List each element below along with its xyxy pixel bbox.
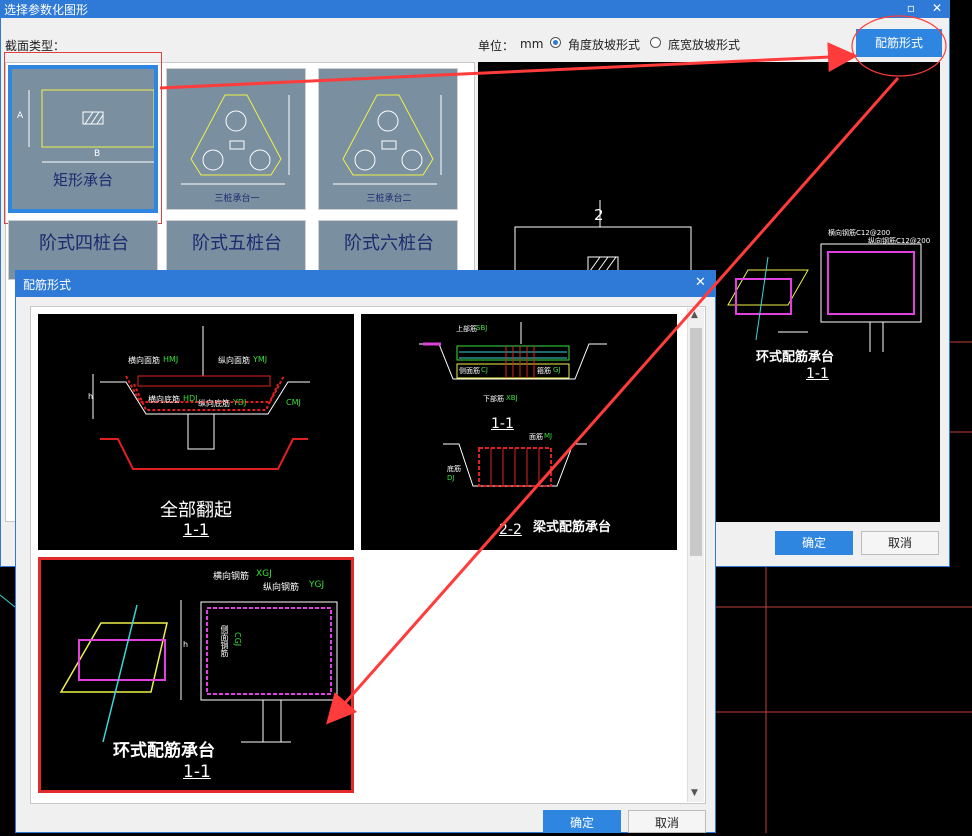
label-bot-v-code: YDJ	[233, 398, 247, 407]
label-face-code: MJ	[544, 432, 553, 440]
preview-section: 1-1	[806, 366, 829, 382]
thumb-three-pile-2-label: 三桩承台二	[366, 194, 412, 204]
option-ring-type-section: 1-1	[183, 762, 211, 782]
inner-close-icon[interactable]: ✕	[695, 275, 706, 290]
label-v-bar-code: YGJ	[309, 580, 325, 590]
label-top-v-code: YMJ	[253, 355, 268, 364]
close-icon[interactable]: ✕	[928, 0, 946, 18]
vertical-scrollbar[interactable]: ▲ ▼	[687, 308, 704, 802]
label-top-h-code: HMJ	[163, 355, 179, 364]
thumb-step-six-pile-label: 阶式六桩台	[344, 233, 434, 254]
thumb-three-pile-2[interactable]: 三桩承台二	[318, 68, 458, 210]
label-stirrup: 箍筋	[537, 367, 551, 375]
scroll-thumb[interactable]	[690, 328, 702, 556]
preview-section-no: 2	[594, 206, 604, 224]
inner-ok-button[interactable]: 确定	[543, 810, 621, 833]
label-bottom2-code: DJ	[447, 474, 455, 482]
label-bottom-code: XBJ	[506, 394, 518, 402]
three-pile-1-drawing	[181, 94, 290, 185]
cad-background-right	[950, 341, 972, 433]
label-bottom2: 底筋	[447, 465, 461, 473]
option-all-bent-up-title: 全部翻起	[160, 500, 232, 521]
unit-value: mm	[520, 37, 544, 51]
label-stirrup-code: GJ	[553, 366, 561, 374]
label-v-bar: 纵向钢筋	[263, 583, 300, 593]
radio-width-slope-label: 底宽放坡形式	[668, 38, 741, 52]
label-side-code: CJ	[481, 366, 488, 374]
thumb-three-pile-1[interactable]: 三桩承台一	[166, 68, 306, 210]
preview-title: 环式配筋承台	[756, 350, 835, 365]
label-bot-v: 纵向底筋	[198, 399, 230, 408]
inner-title: 配筋形式	[23, 278, 72, 292]
option-all-bent-up[interactable]: 横向面筋 HMJ 纵向面筋 YMJ 横向底筋 HDJ 纵向底筋 YDJ CMJ …	[38, 314, 354, 550]
thumb-step-four-pile-label: 阶式四桩台	[39, 233, 129, 254]
option-ring-type[interactable]: 横向钢筋 XGJ 纵向钢筋 YGJ 侧面钢筋 CGJ h 环式配筋承台 1-1	[38, 557, 354, 793]
label-bot-h-code: HDJ	[183, 394, 198, 403]
rect-cap-highlight	[4, 52, 162, 224]
option-beam-type-title: 梁式配筋承台	[533, 520, 612, 535]
label-face: 面筋	[529, 433, 543, 441]
option-beam-type[interactable]: 上部筋 SBJ 侧面筋 CJ 箍筋 GJ 下部筋 XBJ 面筋 MJ 底筋 DJ…	[361, 314, 677, 550]
label-top-code: SBJ	[476, 324, 488, 332]
label-side-bar-code: CGJ	[233, 632, 242, 647]
radio-width-slope[interactable]	[650, 37, 661, 48]
label-top-v: 纵向面筋	[218, 356, 250, 365]
outer-cancel-button[interactable]: 取消	[861, 531, 939, 555]
label-h: h	[88, 392, 94, 401]
beam-type-drawing	[419, 322, 607, 487]
unit-label: 单位：	[478, 39, 515, 53]
label-h-bar-code: XGJ	[256, 569, 272, 579]
label-ring-h: h	[183, 640, 189, 649]
label-side-bar: 侧面钢筋	[220, 625, 229, 657]
scroll-down-icon[interactable]: ▼	[691, 788, 698, 798]
beam-section-1: 1-1	[491, 416, 514, 432]
label-bottom: 下部筋	[483, 395, 504, 403]
radio-angle-slope[interactable]	[550, 37, 561, 48]
inner-title-bar: 配筋形式 ✕	[15, 270, 716, 297]
label-top: 上部筋	[456, 325, 477, 333]
option-ring-type-title: 环式配筋承台	[113, 741, 215, 761]
beam-section-2: 2-2	[499, 522, 522, 538]
reinforce-form-button[interactable]: 配筋形式	[856, 29, 942, 57]
label-side: 侧面筋	[459, 367, 480, 375]
option-all-bent-up-section: 1-1	[182, 520, 210, 539]
label-bot-h: 横向底筋	[148, 395, 180, 404]
preview-label-v: 纵向钢筋C12@200	[868, 237, 931, 245]
maximize-icon[interactable]: ▫	[902, 0, 920, 18]
thumb-step-five-pile-label: 阶式五桩台	[192, 233, 282, 254]
outer-title: 选择参数化图形	[4, 3, 89, 17]
label-top-h: 横向面筋	[128, 356, 160, 365]
inner-cancel-button[interactable]: 取消	[628, 810, 706, 833]
outer-title-bar: 选择参数化图形 ▫ ✕	[0, 0, 950, 18]
three-pile-2-drawing	[333, 94, 442, 185]
outer-ok-button[interactable]: 确定	[775, 531, 853, 555]
scroll-up-icon[interactable]: ▲	[691, 310, 698, 320]
label-cmj: CMJ	[286, 398, 301, 407]
radio-angle-slope-label: 角度放坡形式	[568, 38, 641, 52]
label-h-bar: 横向钢筋	[213, 572, 250, 582]
thumb-three-pile-1-label: 三桩承台一	[214, 194, 260, 204]
